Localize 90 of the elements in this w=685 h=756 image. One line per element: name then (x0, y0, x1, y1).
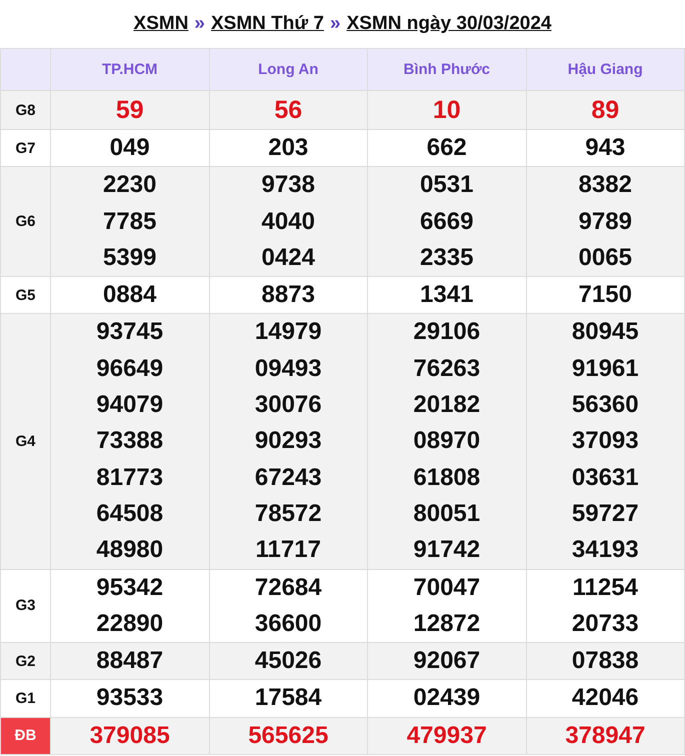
lottery-number: 20733 (570, 608, 640, 639)
lottery-number: 7785 (102, 206, 158, 237)
lottery-number: 91961 (570, 354, 640, 384)
lottery-number: 61808 (412, 462, 482, 493)
lottery-number: 378947 (564, 720, 646, 751)
lottery-number: 89 (590, 95, 620, 126)
lottery-number: 59 (114, 95, 145, 126)
lottery-number: 5399 (102, 242, 158, 273)
lottery-number: 70047 (412, 572, 482, 603)
lottery-number: 94079 (95, 390, 164, 420)
prize-label: G8 (0, 90, 50, 130)
lottery-number: 37093 (570, 426, 640, 456)
breadcrumb-link[interactable]: XSMN (134, 13, 188, 35)
lottery-number: 72684 (254, 572, 323, 603)
lottery-number: 56 (273, 95, 304, 126)
lottery-number: 0065 (578, 242, 633, 273)
lottery-number: 203 (267, 133, 310, 163)
lottery-number: 67243 (254, 462, 323, 493)
lottery-number: 0424 (260, 242, 316, 273)
lottery-number: 379085 (88, 720, 171, 751)
lottery-number: 76263 (412, 354, 482, 384)
lottery-number: 2230 (102, 170, 158, 200)
lottery-number: 02439 (412, 683, 482, 714)
lottery-number: 93745 (95, 317, 164, 348)
lottery-number: 45026 (254, 646, 323, 676)
lottery-number: 91742 (412, 535, 482, 566)
prize-label: G1 (0, 680, 50, 718)
lottery-number: 88487 (95, 646, 164, 676)
lottery-number: 8382 (578, 170, 633, 200)
lottery-number: 96649 (95, 354, 164, 384)
lottery-number: 80051 (412, 498, 482, 529)
lottery-number: 12872 (412, 608, 482, 639)
lottery-number: 64508 (95, 498, 164, 529)
lottery-number: 07838 (570, 646, 640, 676)
prize-label: G2 (0, 642, 50, 680)
lottery-number: 30076 (254, 390, 323, 420)
lottery-number: 11254 (572, 572, 639, 603)
lottery-number: 662 (426, 133, 468, 163)
breadcrumb-link[interactable]: XSMN Thứ 7 (211, 13, 324, 35)
lottery-number: 92067 (412, 646, 482, 676)
prize-label: G4 (0, 314, 50, 570)
lottery-number: 20182 (412, 390, 482, 420)
lottery-number: 08970 (412, 426, 482, 456)
lottery-number: 29106 (412, 317, 482, 348)
lottery-number: 565625 (247, 720, 330, 751)
lottery-number: 03631 (570, 462, 640, 493)
breadcrumb-separator: » (194, 13, 205, 35)
lottery-number: 2335 (419, 242, 474, 273)
lottery-number: 48980 (95, 535, 164, 566)
prize-label: G7 (0, 130, 50, 167)
lottery-number: 7150 (578, 280, 633, 310)
lottery-number: 09493 (254, 354, 323, 384)
lottery-number: 9789 (578, 206, 633, 237)
lottery-number: 93533 (95, 683, 164, 714)
lottery-number: 56360 (570, 390, 640, 420)
prize-label: G6 (0, 166, 50, 277)
lottery-number: 4040 (260, 206, 316, 237)
column-header: Long An (209, 48, 368, 90)
lottery-number: 11717 (254, 535, 322, 566)
lottery-number: 943 (584, 133, 626, 163)
lottery-number: 14979 (254, 317, 323, 348)
lottery-number: 17584 (254, 683, 323, 714)
lottery-number: 22890 (95, 608, 164, 639)
lottery-number: 1341 (419, 280, 474, 310)
lottery-number: 6669 (419, 206, 474, 237)
prize-label: G3 (0, 569, 50, 643)
lottery-number: 0884 (102, 280, 158, 310)
lottery-number: 80945 (570, 317, 640, 348)
lottery-number: 34193 (570, 535, 640, 566)
lottery-number: 36600 (254, 608, 323, 639)
lottery-number: 73388 (95, 426, 164, 456)
lottery-number: 81773 (95, 462, 164, 493)
column-header: Bình Phước (368, 48, 526, 90)
lottery-number: 10 (432, 95, 462, 126)
lottery-number: 0531 (419, 170, 474, 200)
breadcrumb-link[interactable]: XSMN ngày 30/03/2024 (346, 13, 552, 35)
column-header: Hậu Giang (526, 48, 684, 90)
lottery-number: 479937 (406, 720, 488, 751)
lottery-number: 049 (108, 133, 151, 163)
lottery-number: 90293 (254, 426, 323, 456)
lottery-number: 78572 (254, 498, 323, 529)
column-header: TP.HCM (50, 48, 209, 90)
lottery-number: 95342 (95, 572, 164, 603)
prize-label: ĐB (0, 717, 50, 755)
lottery-number: 42046 (570, 683, 640, 714)
lottery-number: 8873 (260, 280, 316, 310)
breadcrumb-separator: » (330, 13, 341, 35)
lottery-number: 59727 (570, 498, 640, 529)
lottery-number: 9738 (260, 170, 316, 200)
prize-label: G5 (0, 276, 50, 314)
